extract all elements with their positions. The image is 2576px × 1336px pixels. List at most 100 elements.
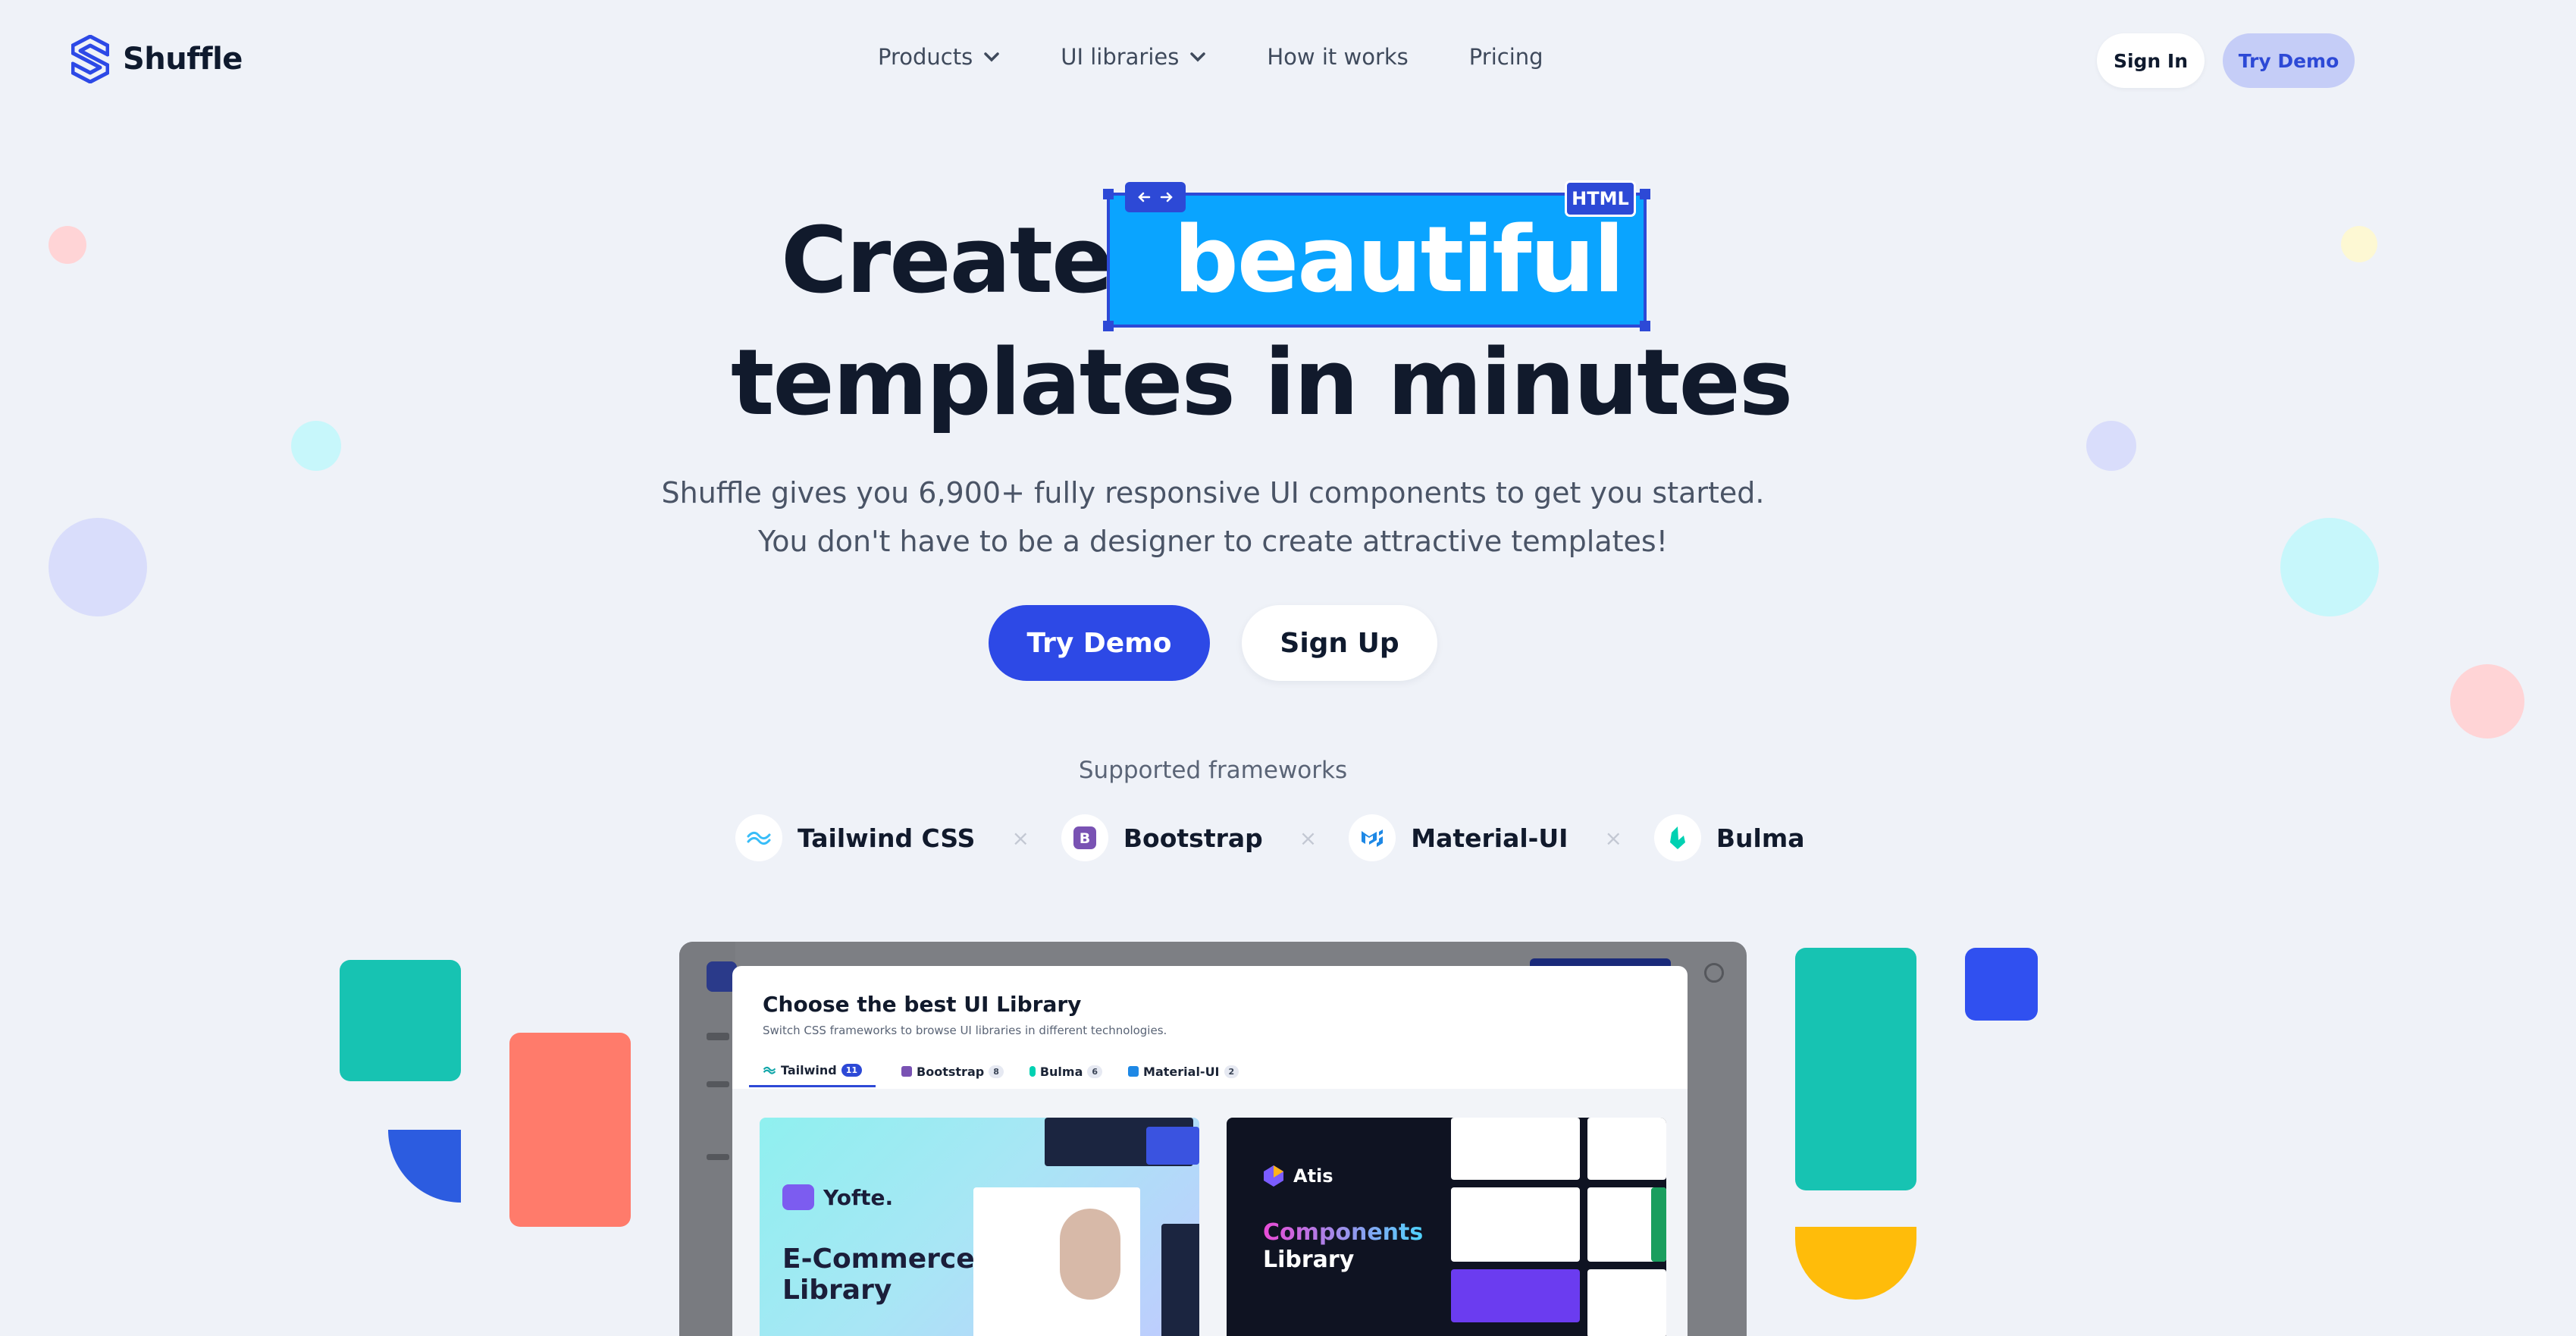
headline-create: Create — [781, 209, 1113, 314]
nav-pricing-label: Pricing — [1468, 44, 1543, 70]
chevron-down-icon — [984, 52, 999, 62]
decor-circle — [49, 226, 86, 264]
framework-material-ui[interactable]: Material-UI — [1349, 814, 1568, 861]
tab-count: 8 — [989, 1065, 1004, 1078]
decor-coral-rect — [509, 1033, 631, 1227]
yofte-brand: Yofte. — [782, 1184, 893, 1210]
tab-label: Bootstrap — [917, 1064, 985, 1079]
resize-handle[interactable] — [1103, 321, 1114, 331]
nav-how-it-works[interactable]: How it works — [1267, 44, 1408, 70]
arrow-left-icon — [1138, 192, 1151, 202]
headline-highlight-box[interactable]: beautiful — [1103, 189, 1650, 331]
tab-count: 6 — [1087, 1065, 1103, 1078]
modal-title: Choose the best UI Library — [763, 992, 1082, 1017]
model-image — [1060, 1209, 1120, 1300]
yofte-title: E-Commerce Library — [782, 1243, 975, 1306]
bulma-icon — [1653, 814, 1701, 861]
material-ui-icon — [1349, 814, 1396, 861]
hero-subtitle-line2: You don't have to be a designer to creat… — [758, 525, 1668, 558]
tab-label: Material-UI — [1143, 1064, 1220, 1079]
tab-bulma[interactable]: Bulma 6 — [1029, 1063, 1103, 1087]
atis-title-line1: Components — [1263, 1219, 1424, 1246]
yofte-title-line2: Library — [782, 1275, 892, 1306]
sign-in-button[interactable]: Sign In — [2097, 33, 2205, 88]
framework-separator: × — [1011, 825, 1029, 851]
try-demo-button[interactable]: Try Demo — [989, 605, 1210, 681]
framework-separator: × — [1604, 825, 1622, 851]
decor-yellow-half-circle — [1795, 1227, 1916, 1300]
atis-brand: Atis — [1263, 1165, 1333, 1187]
library-tabs: Tailwind 11 Bootstrap 8 Bulma 6 Material… — [749, 1063, 1239, 1087]
tab-bootstrap[interactable]: Bootstrap 8 — [901, 1063, 1004, 1087]
decor-blue-quarter-circle — [388, 1130, 461, 1203]
decor-circle — [2086, 421, 2136, 471]
move-arrows-control[interactable] — [1125, 182, 1186, 212]
resize-handle[interactable] — [1640, 321, 1650, 331]
brand-logo[interactable]: Shuffle — [71, 35, 243, 83]
framework-label: Bulma — [1716, 823, 1805, 853]
tab-tailwind[interactable]: Tailwind 11 — [749, 1063, 876, 1087]
tab-material-ui[interactable]: Material-UI 2 — [1128, 1063, 1239, 1087]
tailwind-icon — [763, 1066, 776, 1074]
framework-label: Bootstrap — [1123, 823, 1263, 853]
decor-blue-square — [1965, 948, 2038, 1021]
tab-count: 2 — [1224, 1065, 1239, 1078]
atis-title-line2: Library — [1263, 1247, 1355, 1273]
chevron-down-icon — [1190, 52, 1206, 62]
decor-teal-rect — [1795, 948, 1916, 1190]
thumbnail — [1587, 1118, 1666, 1180]
choose-library-modal: Choose the best UI Library Switch CSS fr… — [732, 966, 1688, 1336]
frameworks-title: Supported frameworks — [1078, 757, 1348, 784]
nav-ui-libraries[interactable]: UI libraries — [1061, 44, 1206, 70]
nav-pricing[interactable]: Pricing — [1469, 44, 1543, 70]
headline-highlight-word: beautiful — [1174, 208, 1625, 313]
thumbnail — [1451, 1269, 1580, 1322]
yofte-title-line1: E-Commerce — [782, 1243, 975, 1275]
yofte-logo-icon — [782, 1184, 814, 1210]
try-demo-nav-button[interactable]: Try Demo — [2223, 33, 2355, 88]
yofte-name: Yofte. — [823, 1184, 894, 1210]
framework-bootstrap[interactable]: B Bootstrap — [1061, 814, 1263, 861]
nav-products-label: Products — [878, 44, 973, 70]
bootstrap-icon: B — [1061, 814, 1108, 861]
thumbnail — [1451, 1187, 1580, 1262]
bootstrap-icon — [901, 1066, 913, 1077]
framework-tailwind[interactable]: Tailwind CSS — [735, 814, 975, 861]
arrow-right-icon — [1160, 192, 1173, 202]
decor-circle — [2341, 226, 2377, 262]
svg-text:B: B — [1080, 830, 1090, 847]
frameworks-list: Tailwind CSS × B Bootstrap × Material-UI… — [735, 814, 1805, 861]
library-card-yofte[interactable]: Yofte. E-Commerce Library — [760, 1118, 1199, 1336]
decor-circle — [291, 421, 341, 471]
library-grid: Yofte. E-Commerce Library Atis Component… — [732, 1089, 1688, 1336]
tailwind-icon — [735, 814, 782, 861]
thumbnail — [1161, 1224, 1199, 1336]
thumbnail-accent — [1651, 1187, 1666, 1262]
brand-name: Shuffle — [123, 42, 243, 77]
sign-up-button[interactable]: Sign Up — [1242, 605, 1437, 681]
decor-teal-square — [340, 960, 461, 1081]
modal-subtitle: Switch CSS frameworks to browse UI libra… — [763, 1024, 1167, 1037]
headline-line2: templates in minutes — [731, 331, 1793, 436]
app-preview-window: Choose the best UI Library Switch CSS fr… — [679, 942, 1747, 1336]
atis-name: Atis — [1293, 1165, 1333, 1187]
nav-products[interactable]: Products — [878, 44, 1000, 70]
nav-how-it-works-label: How it works — [1267, 44, 1409, 70]
shuffle-logo-icon — [71, 35, 109, 83]
hero-subtitle-line1: Shuffle gives you 6,900+ fully responsiv… — [661, 476, 1765, 510]
bulma-icon — [1029, 1066, 1036, 1077]
thumbnail — [1451, 1118, 1580, 1180]
framework-label: Tailwind CSS — [798, 823, 976, 853]
resize-handle[interactable] — [1640, 189, 1650, 199]
tab-count: 11 — [841, 1064, 863, 1077]
framework-label: Material-UI — [1411, 823, 1568, 853]
library-card-atis[interactable]: Atis Components Library — [1227, 1118, 1666, 1336]
html-badge: HTML — [1565, 180, 1636, 217]
thumbnail — [1146, 1127, 1199, 1165]
nav-ui-libraries-label: UI libraries — [1061, 44, 1180, 70]
resize-handle[interactable] — [1103, 189, 1114, 199]
framework-bulma[interactable]: Bulma — [1653, 814, 1805, 861]
decor-circle — [2450, 664, 2524, 739]
framework-separator: × — [1299, 825, 1318, 851]
main-nav: Products UI libraries How it works Prici… — [878, 44, 1543, 70]
